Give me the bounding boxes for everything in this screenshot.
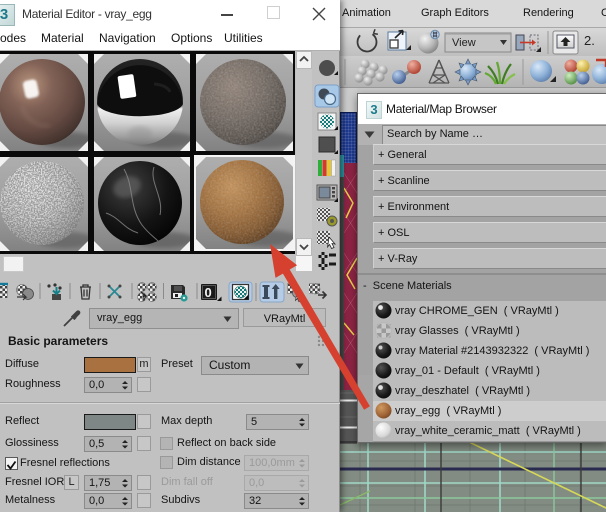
svg-text:2.: 2. (584, 33, 595, 48)
svg-text:View: View (452, 37, 476, 49)
svg-text:0: 0 (205, 285, 212, 300)
